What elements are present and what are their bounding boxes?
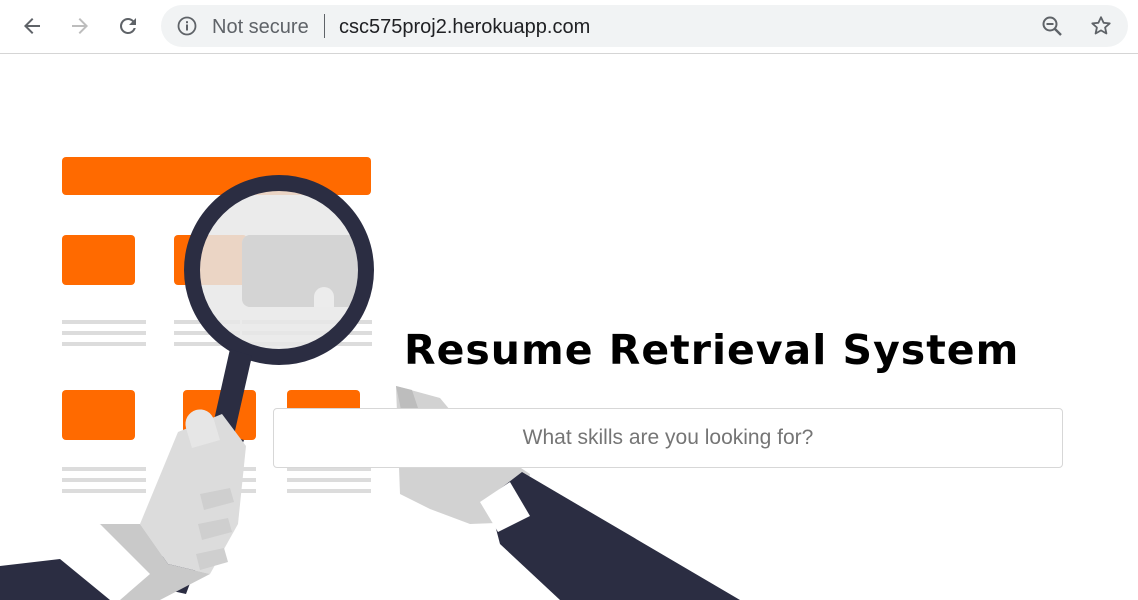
url-text[interactable]: csc575proj2.herokuapp.com bbox=[339, 16, 590, 39]
forward-arrow-icon bbox=[72, 18, 88, 34]
page-content: Resume Retrieval System bbox=[0, 54, 1138, 600]
document-card bbox=[62, 390, 135, 440]
document-card bbox=[62, 235, 135, 285]
reload-icon bbox=[120, 17, 136, 34]
forward-button[interactable] bbox=[64, 10, 96, 42]
address-bar[interactable]: Not secure csc575proj2.herokuapp.com bbox=[161, 5, 1128, 47]
page-title: Resume Retrieval System bbox=[404, 326, 1020, 374]
star-icon[interactable] bbox=[1089, 14, 1113, 38]
back-button[interactable] bbox=[16, 10, 48, 42]
security-label[interactable]: Not secure bbox=[212, 16, 309, 39]
back-arrow-icon bbox=[24, 18, 40, 34]
reload-button[interactable] bbox=[112, 10, 144, 42]
info-icon[interactable] bbox=[177, 16, 197, 36]
skills-search-input[interactable] bbox=[273, 408, 1063, 468]
zoom-out-icon[interactable] bbox=[1041, 15, 1063, 37]
address-separator bbox=[324, 14, 325, 38]
browser-toolbar: Not secure csc575proj2.herokuapp.com bbox=[0, 0, 1138, 54]
